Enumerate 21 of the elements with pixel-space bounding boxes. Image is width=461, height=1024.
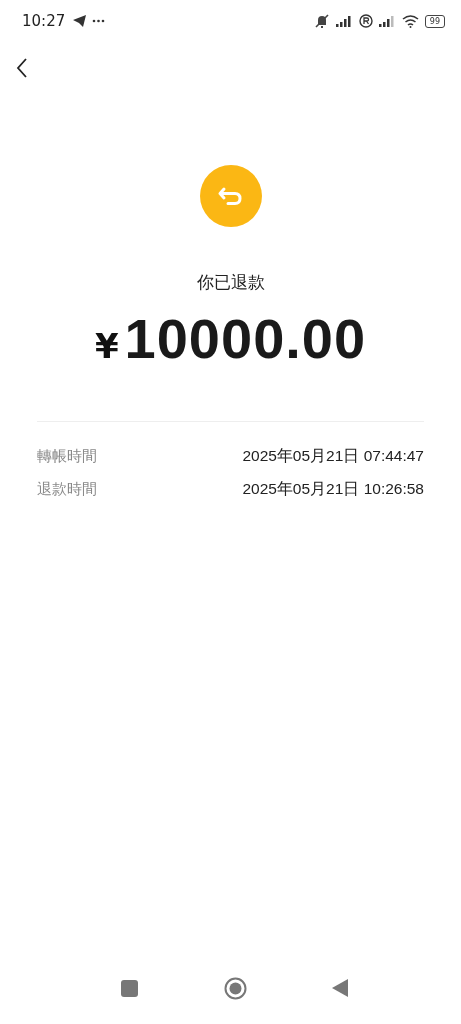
send-icon [73, 15, 87, 27]
wifi-icon [401, 14, 419, 28]
detail-label: 退款時間 [37, 480, 97, 499]
back-nav-icon[interactable] [332, 979, 348, 997]
refund-icon [199, 165, 262, 227]
back-icon[interactable] [16, 58, 28, 78]
more-icon [92, 19, 106, 23]
roaming-icon [358, 14, 373, 28]
detail-value: 2025年05月21日 10:26:58 [242, 479, 424, 499]
refund-amount: 10000.00 [124, 306, 367, 371]
signal-icon [335, 15, 353, 27]
currency-symbol: ¥ [94, 326, 119, 366]
refund-status: 你已退款 [196, 271, 265, 294]
battery-indicator: 99 [424, 14, 445, 28]
muted-bell-icon [313, 14, 330, 28]
recents-icon[interactable] [121, 979, 138, 997]
signal-icon [378, 15, 396, 27]
detail-value: 2025年05月21日 07:44:47 [242, 446, 424, 466]
home-icon[interactable] [223, 976, 247, 1000]
status-time: 10:27 [22, 12, 66, 30]
detail-label: 轉帳時間 [37, 447, 97, 466]
